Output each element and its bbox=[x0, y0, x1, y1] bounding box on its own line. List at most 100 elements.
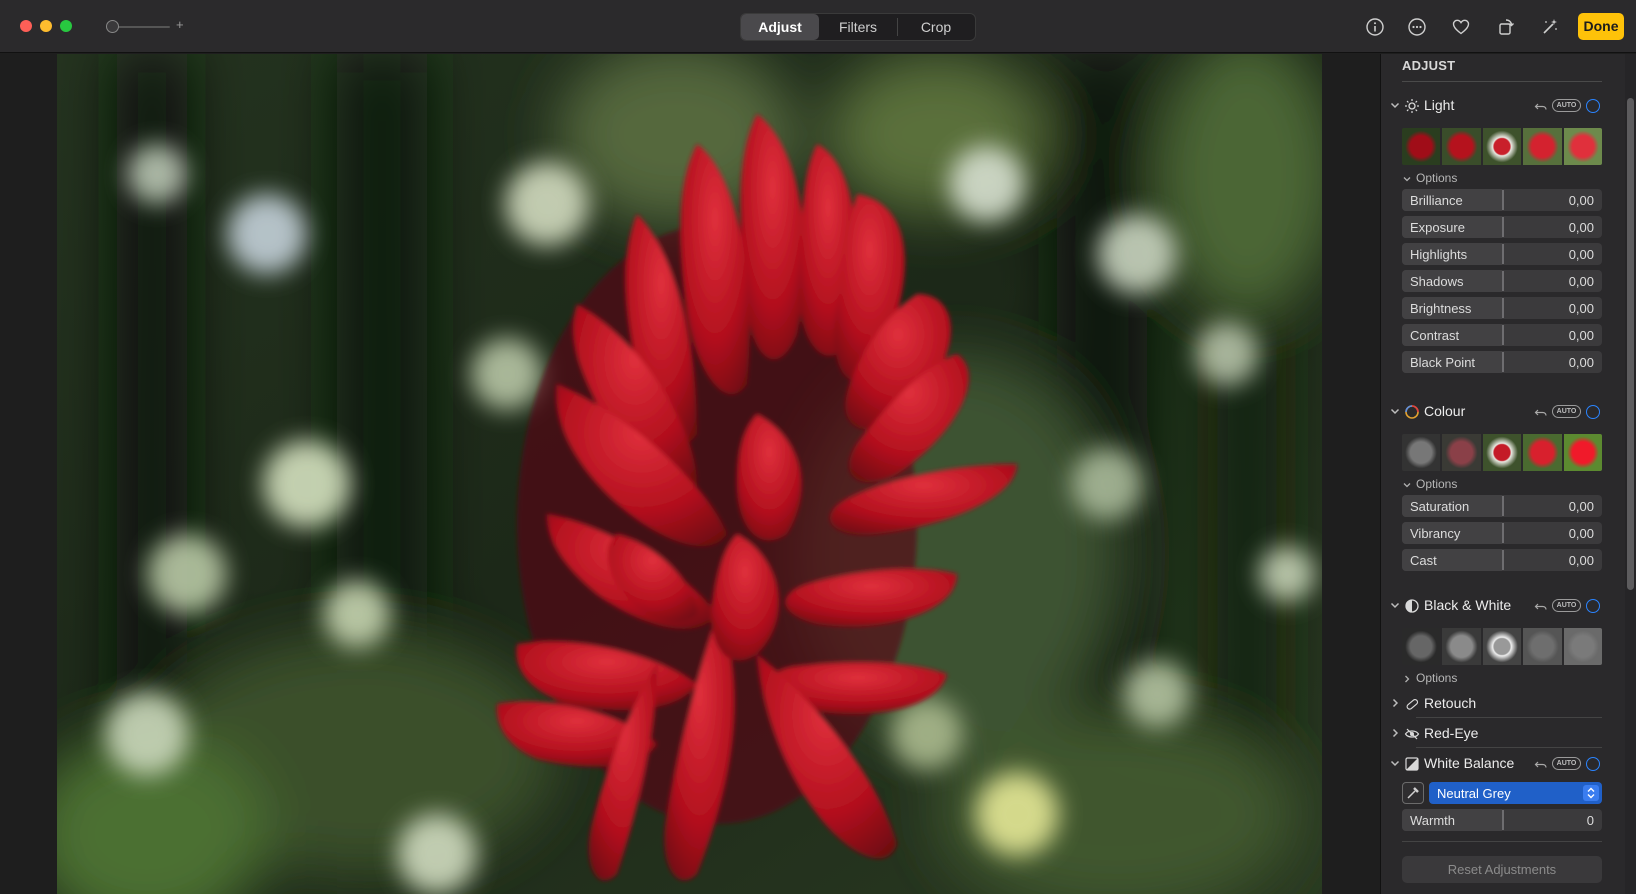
section-light-header[interactable]: Light AUTO bbox=[1389, 96, 1601, 116]
colour-wheel-icon bbox=[1405, 405, 1419, 419]
section-retouch-header[interactable]: Retouch bbox=[1389, 694, 1601, 714]
auto-button[interactable]: AUTO bbox=[1552, 99, 1581, 112]
slider-center-mark bbox=[1502, 190, 1504, 210]
undo-icon[interactable] bbox=[1534, 599, 1548, 613]
slider-cast[interactable]: Cast 0,00 bbox=[1402, 549, 1602, 571]
slider-label: Vibrancy bbox=[1410, 526, 1461, 541]
slider-label: Cast bbox=[1410, 553, 1437, 568]
slider-black-point[interactable]: Black Point 0,00 bbox=[1402, 351, 1602, 373]
undo-icon[interactable] bbox=[1534, 99, 1548, 113]
slider-value: 0,00 bbox=[1568, 499, 1594, 514]
magic-wand-icon[interactable] bbox=[1539, 16, 1561, 38]
section-divider bbox=[1416, 717, 1602, 718]
colour-preview-strip[interactable] bbox=[1402, 434, 1602, 471]
slider-label: Black Point bbox=[1410, 355, 1476, 370]
auto-button[interactable]: AUTO bbox=[1552, 405, 1581, 418]
minimize-window-button[interactable] bbox=[40, 20, 52, 32]
zoom-slider-knob[interactable] bbox=[106, 20, 119, 33]
slider-center-mark bbox=[1502, 217, 1504, 237]
slider-label: Saturation bbox=[1410, 499, 1470, 514]
slider-brilliance[interactable]: Brilliance 0,00 bbox=[1402, 189, 1602, 211]
chevron-right-icon[interactable] bbox=[1389, 697, 1401, 709]
rotate-icon[interactable] bbox=[1495, 16, 1517, 38]
slider-center-mark bbox=[1502, 496, 1504, 516]
slider-value: 0,00 bbox=[1568, 328, 1594, 343]
heart-icon[interactable] bbox=[1450, 16, 1472, 38]
photo-canvas[interactable] bbox=[57, 54, 1322, 894]
sidebar-scrollbar-thumb[interactable] bbox=[1627, 98, 1634, 590]
sun-icon bbox=[1405, 99, 1419, 113]
header-divider bbox=[1402, 81, 1602, 82]
bw-preview-strip[interactable] bbox=[1402, 628, 1602, 665]
warmth-slider[interactable]: Warmth 0 bbox=[1402, 809, 1602, 831]
updown-arrows-icon bbox=[1583, 785, 1599, 801]
slider-saturation[interactable]: Saturation 0,00 bbox=[1402, 495, 1602, 517]
enable-toggle[interactable] bbox=[1586, 405, 1600, 419]
chevron-down-icon bbox=[1403, 177, 1411, 182]
enable-toggle[interactable] bbox=[1586, 757, 1600, 771]
zoom-window-button[interactable] bbox=[60, 20, 72, 32]
auto-button[interactable]: AUTO bbox=[1552, 757, 1581, 770]
bandage-icon bbox=[1406, 699, 1419, 710]
white-balance-icon bbox=[1405, 757, 1419, 771]
chevron-down-icon[interactable] bbox=[1389, 405, 1401, 417]
white-balance-preset-select[interactable]: Neutral Grey bbox=[1429, 782, 1602, 804]
chevron-right-icon bbox=[1405, 675, 1410, 683]
slider-label: Shadows bbox=[1410, 274, 1464, 289]
close-window-button[interactable] bbox=[20, 20, 32, 32]
tab-crop[interactable]: Crop bbox=[898, 14, 974, 40]
section-redeye-header[interactable]: Red-Eye bbox=[1389, 724, 1601, 744]
chevron-down-icon[interactable] bbox=[1389, 99, 1401, 111]
undo-icon[interactable] bbox=[1534, 757, 1548, 771]
eye-slash-icon bbox=[1404, 728, 1420, 740]
undo-icon[interactable] bbox=[1534, 405, 1548, 419]
section-colour-header[interactable]: Colour AUTO bbox=[1389, 402, 1601, 422]
slider-value: 0,00 bbox=[1568, 355, 1594, 370]
done-button[interactable]: Done bbox=[1578, 13, 1624, 40]
slider-value: 0 bbox=[1586, 813, 1594, 828]
slider-brightness[interactable]: Brightness 0,00 bbox=[1402, 297, 1602, 319]
slider-exposure[interactable]: Exposure 0,00 bbox=[1402, 216, 1602, 238]
slider-label: Brilliance bbox=[1410, 193, 1463, 208]
light-preview-strip[interactable] bbox=[1402, 128, 1602, 165]
slider-label: Highlights bbox=[1410, 247, 1468, 262]
info-icon[interactable] bbox=[1364, 16, 1386, 38]
chevron-down-icon[interactable] bbox=[1389, 757, 1401, 769]
auto-button[interactable]: AUTO bbox=[1552, 599, 1581, 612]
wb-preset-value: Neutral Grey bbox=[1437, 786, 1511, 801]
slider-center-mark bbox=[1502, 810, 1504, 830]
eyedropper-button[interactable] bbox=[1402, 782, 1424, 804]
reset-adjustments-button[interactable]: Reset Adjustments bbox=[1402, 856, 1602, 883]
slider-value: 0,00 bbox=[1568, 553, 1594, 568]
slider-center-mark bbox=[1502, 298, 1504, 318]
slider-vibrancy[interactable]: Vibrancy 0,00 bbox=[1402, 522, 1602, 544]
tab-adjust[interactable]: Adjust bbox=[741, 14, 819, 40]
slider-label: Exposure bbox=[1410, 220, 1465, 235]
edit-mode-tabs: Adjust Filters Crop bbox=[740, 13, 976, 41]
more-icon[interactable] bbox=[1406, 16, 1428, 38]
section-wb-header[interactable]: White Balance AUTO bbox=[1389, 754, 1601, 774]
slider-highlights[interactable]: Highlights 0,00 bbox=[1402, 243, 1602, 265]
adjustments-sidebar: ADJUST Light AUTO Options Brilliance 0,00… bbox=[1380, 54, 1636, 894]
slider-center-mark bbox=[1502, 550, 1504, 570]
options-label: Options bbox=[1416, 671, 1458, 685]
section-redeye-title: Red-Eye bbox=[1424, 725, 1479, 741]
chevron-right-icon[interactable] bbox=[1389, 727, 1401, 739]
options-label: Options bbox=[1416, 171, 1458, 185]
section-retouch-title: Retouch bbox=[1424, 695, 1477, 711]
zoom-slider[interactable] bbox=[106, 20, 170, 34]
chevron-down-icon bbox=[1403, 483, 1411, 488]
section-bw-header[interactable]: Black & White AUTO bbox=[1389, 596, 1601, 616]
enable-toggle[interactable] bbox=[1586, 99, 1600, 113]
section-wb-title: White Balance bbox=[1424, 755, 1515, 771]
enable-toggle[interactable] bbox=[1586, 599, 1600, 613]
photos-edit-window: + Adjust Filters Crop Done ADJUST Light … bbox=[0, 0, 1636, 894]
slider-label: Contrast bbox=[1410, 328, 1460, 343]
slider-shadows[interactable]: Shadows 0,00 bbox=[1402, 270, 1602, 292]
tab-filters[interactable]: Filters bbox=[819, 14, 897, 40]
options-label: Options bbox=[1416, 477, 1458, 491]
sidebar-header: ADJUST bbox=[1402, 58, 1456, 73]
slider-contrast[interactable]: Contrast 0,00 bbox=[1402, 324, 1602, 346]
chevron-down-icon[interactable] bbox=[1389, 599, 1401, 611]
slider-value: 0,00 bbox=[1568, 220, 1594, 235]
